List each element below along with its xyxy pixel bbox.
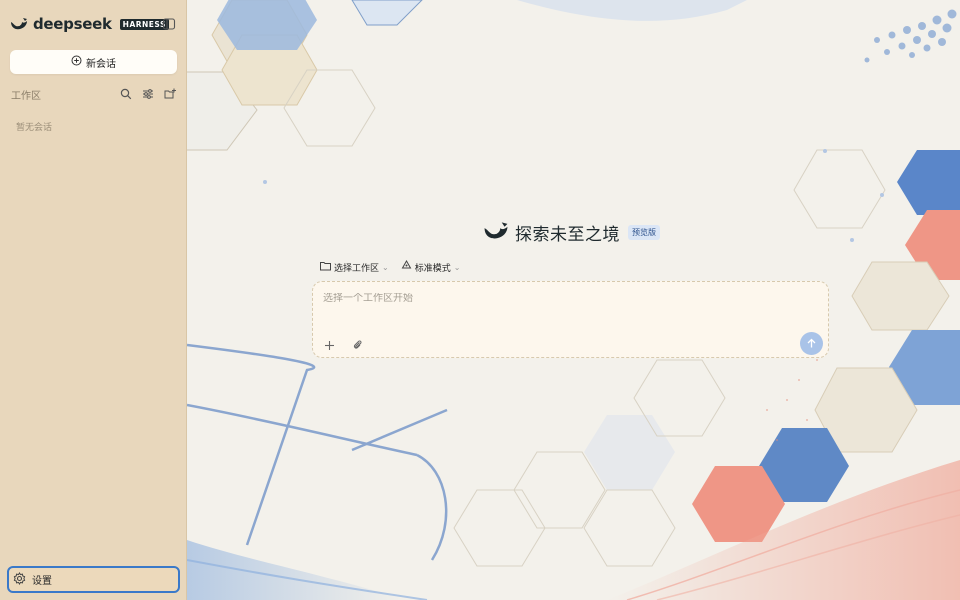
- sliders-icon[interactable]: [141, 88, 154, 101]
- chevron-down-icon: ⌄: [382, 262, 389, 272]
- paperclip-icon[interactable]: [350, 338, 364, 352]
- recycle-icon: [401, 259, 412, 274]
- new-chat-label: 新会话: [86, 58, 116, 70]
- settings-button[interactable]: 设置: [7, 566, 180, 593]
- whale-logo-icon: [10, 17, 28, 31]
- plus-circle-icon: [71, 55, 82, 69]
- mode-select[interactable]: 标准模式 ⌄: [401, 259, 461, 274]
- folder-icon: [320, 261, 331, 274]
- hero: 探索未至之境 预览版: [483, 220, 660, 245]
- hero-title: 探索未至之境: [515, 225, 620, 245]
- sidebar: deepseek HARNESS 新会话 工作区 暂无会话 设置: [0, 0, 187, 600]
- workspace-select[interactable]: 选择工作区 ⌄: [320, 260, 389, 274]
- whale-logo-icon: [483, 221, 509, 245]
- brand-name: deepseek: [33, 15, 112, 33]
- main-area: 探索未至之境 预览版 选择工作区 ⌄ 标准模式 ⌄: [187, 0, 960, 600]
- workspace-header: 工作区: [11, 86, 176, 102]
- composer-options: 选择工作区 ⌄ 标准模式 ⌄: [320, 259, 461, 274]
- preview-badge: 预览版: [628, 225, 660, 240]
- new-chat-button[interactable]: 新会话: [10, 50, 177, 74]
- composer-input[interactable]: [323, 293, 803, 304]
- empty-sessions-text: 暂无会话: [16, 123, 53, 133]
- mode-select-label: 标准模式: [414, 263, 451, 274]
- composer: [312, 281, 829, 358]
- settings-label: 设置: [32, 576, 52, 587]
- folder-plus-icon[interactable]: [163, 88, 176, 101]
- arrow-up-icon: [806, 334, 817, 353]
- gear-icon: [13, 571, 26, 588]
- search-icon[interactable]: [119, 88, 132, 101]
- brand: deepseek HARNESS: [10, 14, 169, 34]
- send-button[interactable]: [800, 332, 823, 355]
- chevron-down-icon: ⌄: [453, 262, 461, 272]
- plus-icon[interactable]: [322, 338, 336, 352]
- workspace-title: 工作区: [11, 90, 41, 102]
- workspace-select-label: 选择工作区: [334, 263, 380, 274]
- sidebar-toggle-icon[interactable]: [162, 16, 176, 30]
